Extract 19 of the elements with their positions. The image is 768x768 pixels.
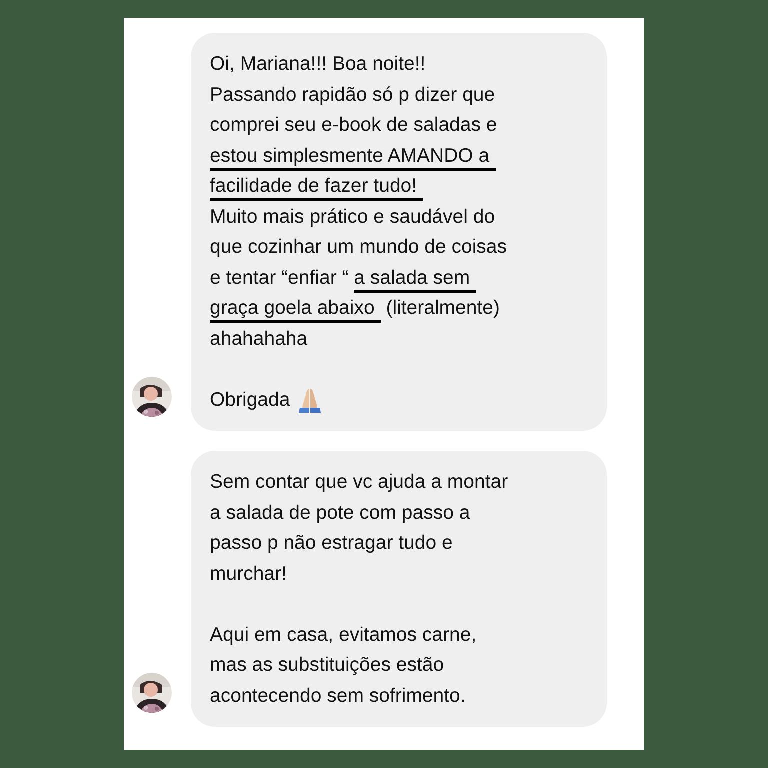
message-line: Sem contar que vc ajuda a montar <box>210 470 508 495</box>
message-line: passo p não estragar tudo e <box>210 531 453 556</box>
message-line: mas as substituições estão <box>210 653 444 678</box>
message-line: ahahahaha <box>210 326 308 352</box>
message-line: acontecendo sem sofrimento. <box>210 684 466 708</box>
message-line: facilidade de fazer tudo! <box>210 171 424 202</box>
message-line: Aqui em casa, evitamos carne, <box>210 622 477 648</box>
praying-hands-icon <box>298 386 322 413</box>
message-line: comprei seu e-book de saladas e <box>210 113 498 138</box>
message-line: Muito mais prático e saudável do <box>210 204 496 230</box>
message-line: Passando rapidão só p dizer que <box>210 82 496 108</box>
message-line: a salada de pote com passo a <box>210 500 470 526</box>
message-line: e tentar “enfiar “ a salada sem <box>210 262 476 293</box>
message-line: Oi, Mariana!!! Boa noite!! <box>210 52 426 77</box>
message-line: murchar! <box>210 562 287 586</box>
message-line: estou simplesmente AMANDO a <box>210 140 496 171</box>
message-line: graça goela abaixo (literalmente) <box>210 293 500 324</box>
message-line: que cozinhar um mundo de coisas <box>210 235 508 260</box>
message-line: Obrigada <box>210 388 290 412</box>
